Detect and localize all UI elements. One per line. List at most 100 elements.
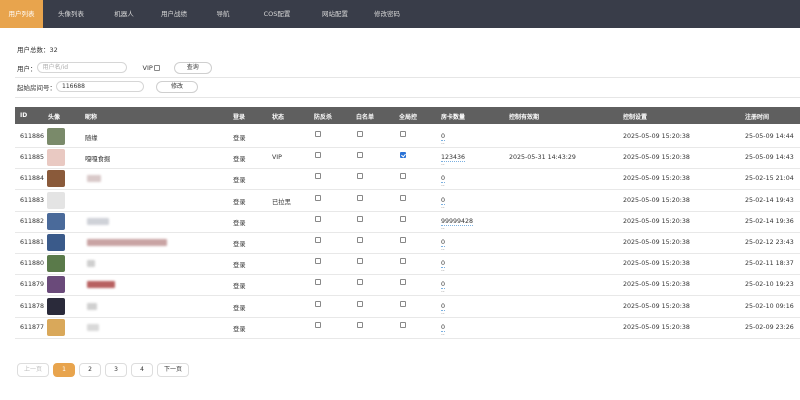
avatar (47, 170, 65, 188)
whitelist-checkbox[interactable] (357, 279, 363, 286)
cell-login[interactable]: 登录 (233, 303, 246, 312)
prev-page-button[interactable]: 上一页 (17, 363, 49, 377)
cell-login[interactable]: 登录 (233, 281, 246, 290)
col-control-expiry: 控制有效期 (509, 114, 540, 121)
nav-site-config[interactable]: 网站配置 (307, 0, 363, 28)
full-control-checkbox[interactable] (400, 194, 406, 201)
whitelist-checkbox[interactable] (357, 131, 363, 137)
pagination: 上一页 1 2 3 4 下一页 (17, 363, 189, 377)
cell-control-set: 2025-05-09 15:20:38 (623, 175, 690, 183)
whitelist-checkbox[interactable] (357, 215, 363, 222)
avatar (47, 318, 65, 336)
full-control-checkbox[interactable] (400, 173, 406, 180)
page-3-button[interactable]: 3 (105, 363, 127, 377)
cell-cards[interactable]: 99999428 (441, 218, 474, 226)
full-control-checkbox[interactable] (400, 300, 406, 307)
user-filter-label: 用户： (17, 64, 37, 73)
cell-cards[interactable]: 0 (441, 303, 446, 311)
cell-login[interactable]: 登录 (233, 218, 246, 227)
cell-cards[interactable]: 0 (441, 133, 446, 141)
whitelist-checkbox[interactable] (357, 258, 363, 265)
page-2-button[interactable]: 2 (79, 363, 101, 377)
full-control-checkbox[interactable] (400, 237, 406, 243)
anti-cheat-checkbox[interactable] (315, 258, 321, 265)
nav-user-record[interactable]: 用户战绩 (149, 0, 199, 28)
anti-cheat-checkbox[interactable] (315, 237, 321, 243)
whitelist-checkbox[interactable] (357, 194, 363, 201)
cell-login[interactable]: 登录 (233, 175, 246, 184)
cell-register-time: 25-02-14 19:43 (745, 196, 794, 204)
cell-login[interactable]: 登录 (233, 197, 246, 206)
cell-login[interactable]: 登录 (233, 324, 246, 333)
cell-status: VIP (272, 154, 282, 162)
page-4-button[interactable]: 4 (131, 363, 153, 377)
table-row: 611877 登录 0 -- 2025-05-09 15:20:38 25-02-09 2… (15, 317, 800, 339)
full-control-checkbox[interactable] (400, 215, 406, 222)
cell-control-set: 2025-05-09 15:20:38 (623, 196, 690, 204)
nickname-blurred (87, 239, 167, 246)
cell-nickname: 随缘 (85, 135, 98, 142)
avatar (47, 212, 65, 230)
divider (15, 97, 800, 98)
full-control-checkbox[interactable] (400, 321, 406, 328)
anti-cheat-checkbox[interactable] (315, 300, 321, 307)
user-search-input[interactable] (36, 62, 127, 73)
anti-cheat-checkbox[interactable] (315, 194, 321, 201)
start-room-row: 起始房间号： 修改 (17, 80, 198, 93)
full-control-checkbox[interactable] (400, 258, 406, 265)
full-control-checkbox[interactable] (400, 279, 406, 286)
modify-button[interactable]: 修改 (156, 80, 198, 93)
whitelist-checkbox[interactable] (357, 321, 363, 328)
cell-cards[interactable]: 0 (441, 175, 446, 184)
nav-cos-config[interactable]: COS配置 (247, 0, 307, 28)
cell-nickname: 嘎嘎食掘 (85, 156, 111, 164)
col-nickname: 昵称 (85, 114, 98, 121)
cell-cards[interactable]: 0 (441, 324, 446, 332)
cell-id: 611885 (20, 154, 45, 162)
whitelist-checkbox[interactable] (357, 237, 363, 243)
cards-dash: -- (441, 183, 445, 190)
vip-checkbox[interactable] (153, 64, 160, 71)
start-room-input[interactable] (56, 81, 144, 92)
cell-cards[interactable]: 0 (441, 197, 446, 205)
whitelist-checkbox[interactable] (357, 300, 363, 307)
page-1-button[interactable]: 1 (53, 363, 75, 377)
cell-register-time: 25-02-10 19:23 (745, 281, 794, 289)
full-control-checkbox[interactable] (400, 131, 406, 137)
cell-login[interactable]: 登录 (233, 133, 246, 142)
anti-cheat-checkbox[interactable] (315, 215, 321, 222)
cell-login[interactable]: 登录 (233, 260, 246, 269)
whitelist-checkbox[interactable] (357, 173, 363, 180)
nav-user-list[interactable]: 用户列表 (0, 0, 43, 28)
cards-dash: -- (441, 247, 445, 253)
anti-cheat-checkbox[interactable] (315, 321, 321, 328)
table-row: 611883 登录 已拉黑 0 -- 2025-05-09 15:20:38 25-02-1… (15, 190, 800, 212)
top-navigation: 用户列表 头像列表 机器人 用户战绩 导航 COS配置 网站配置 修改密码 (0, 0, 800, 28)
whitelist-checkbox[interactable] (357, 152, 363, 159)
nav-change-password[interactable]: 修改密码 (363, 0, 411, 28)
anti-cheat-checkbox[interactable] (315, 279, 321, 286)
cell-cards[interactable]: 0 (441, 281, 446, 290)
full-control-checkbox[interactable] (400, 152, 406, 159)
nickname-blurred (87, 175, 101, 183)
table-row: 611880 登录 0 -- 2025-05-09 15:20:38 25-02-11 1… (15, 253, 800, 276)
anti-cheat-checkbox[interactable] (315, 152, 321, 159)
nav-robot[interactable]: 机器人 (99, 0, 149, 28)
cards-dash: -- (441, 162, 445, 169)
nav-navigation[interactable]: 导航 (199, 0, 247, 28)
cell-login[interactable]: 登录 (233, 154, 246, 163)
cell-cards[interactable]: 123436 (441, 154, 466, 163)
col-cards: 房卡数量 (441, 114, 466, 121)
cell-cards[interactable]: 0 (441, 260, 446, 269)
anti-cheat-checkbox[interactable] (315, 131, 321, 137)
cell-id: 611878 (20, 302, 45, 310)
next-page-button[interactable]: 下一页 (157, 363, 189, 377)
nav-avatar-list[interactable]: 头像列表 (43, 0, 99, 28)
cell-cards[interactable]: 0 (441, 239, 446, 247)
anti-cheat-checkbox[interactable] (315, 173, 321, 180)
cards-dash: -- (441, 141, 445, 147)
query-button[interactable]: 查询 (173, 61, 212, 74)
cell-register-time: 25-02-10 09:16 (745, 302, 794, 310)
cell-login[interactable]: 登录 (233, 239, 246, 248)
cell-control-expiry: 2025-05-31 14:43:29 (509, 154, 576, 162)
